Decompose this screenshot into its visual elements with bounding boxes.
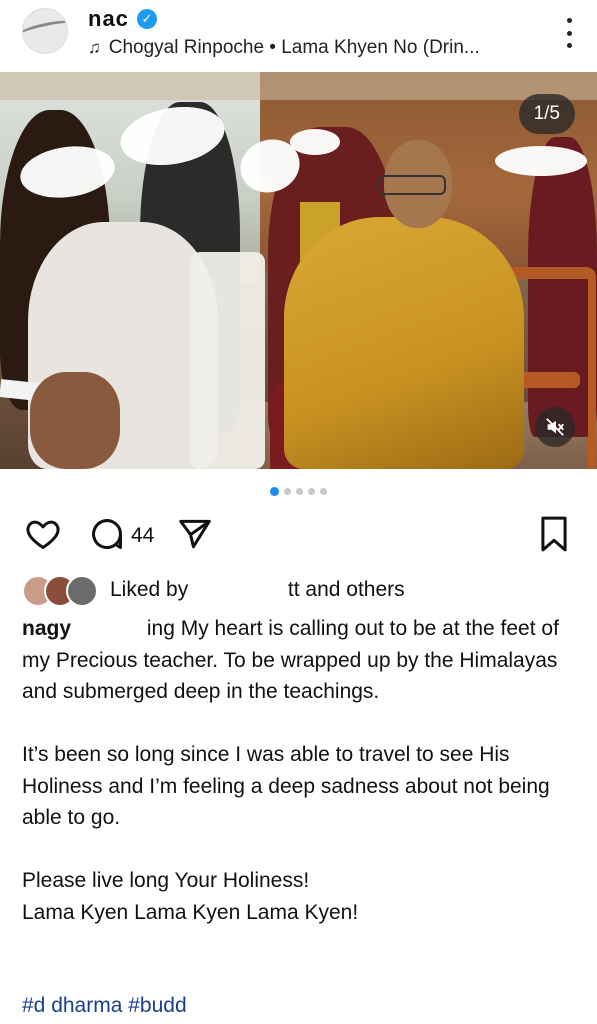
speaker-muted-icon — [546, 418, 564, 436]
more-options-button[interactable] — [563, 18, 575, 48]
bookmark-icon[interactable] — [537, 515, 571, 553]
post-actions: 44 — [0, 515, 597, 559]
photo-glasses — [378, 175, 446, 195]
face-blur — [290, 129, 340, 155]
liked-by-row[interactable]: Liked by tt and others — [22, 574, 405, 607]
music-note-icon: ♫ — [88, 38, 101, 57]
post-header: nac ✓ ♫ Chogyal Rinpoche • Lama Khyen No… — [0, 0, 597, 72]
liked-suffix: and others — [299, 578, 405, 601]
photo-khata-scarf — [190, 252, 265, 469]
verified-badge-icon: ✓ — [136, 9, 157, 29]
carousel-indicator — [0, 487, 597, 496]
face-blur — [495, 146, 587, 176]
more-dot — [566, 18, 572, 23]
liked-avatars — [22, 575, 102, 607]
caption-hashtags[interactable]: #d dharma #budd — [22, 994, 187, 1018]
comment-bubble-icon[interactable] — [88, 515, 126, 553]
username-row: nac ✓ — [88, 6, 157, 32]
liked-user[interactable]: tt — [288, 578, 300, 601]
photo-ceiling — [0, 72, 597, 100]
caption-line-3b: Lama Kyen Lama Kyen Lama Kyen! — [22, 900, 359, 924]
more-dot — [566, 30, 572, 36]
caption-line-3a: Please live long Your Holiness! — [22, 869, 310, 892]
paper-plane-icon[interactable] — [176, 515, 214, 553]
carousel-dot — [320, 488, 327, 495]
photo-hand — [30, 372, 120, 469]
post-photo[interactable]: 1/5 — [0, 72, 597, 469]
liked-prefix: Liked by — [110, 578, 189, 601]
carousel-dot — [308, 488, 315, 495]
caption-paragraph-2: It’s been so long since I was able to tr… — [22, 743, 550, 829]
carousel-dot — [284, 488, 291, 495]
author-avatar[interactable] — [22, 8, 68, 54]
caption-username[interactable]: nagy — [22, 617, 71, 640]
author-username[interactable]: nac — [88, 6, 129, 32]
mute-toggle-button[interactable] — [535, 407, 575, 447]
more-dot — [566, 43, 572, 48]
music-title: Chogyal Rinpoche • Lama Khyen No (Drin..… — [108, 37, 480, 58]
heart-icon[interactable] — [24, 515, 62, 553]
photo-robe-main — [284, 217, 524, 469]
liked-by-text: Liked by tt and others — [110, 578, 405, 602]
caption-paragraph-1: ing My heart is calling out to be at the… — [22, 617, 559, 703]
carousel-counter: 1/5 — [518, 94, 575, 134]
post-caption: nagy ing My heart is calling out to be a… — [22, 613, 582, 928]
carousel-dot — [296, 488, 303, 495]
comment-count[interactable]: 44 — [131, 524, 154, 548]
avatar — [66, 575, 98, 607]
carousel-dot-active — [270, 487, 279, 496]
music-attribution[interactable]: ♫ Chogyal Rinpoche • Lama Khyen No (Drin… — [88, 37, 480, 59]
